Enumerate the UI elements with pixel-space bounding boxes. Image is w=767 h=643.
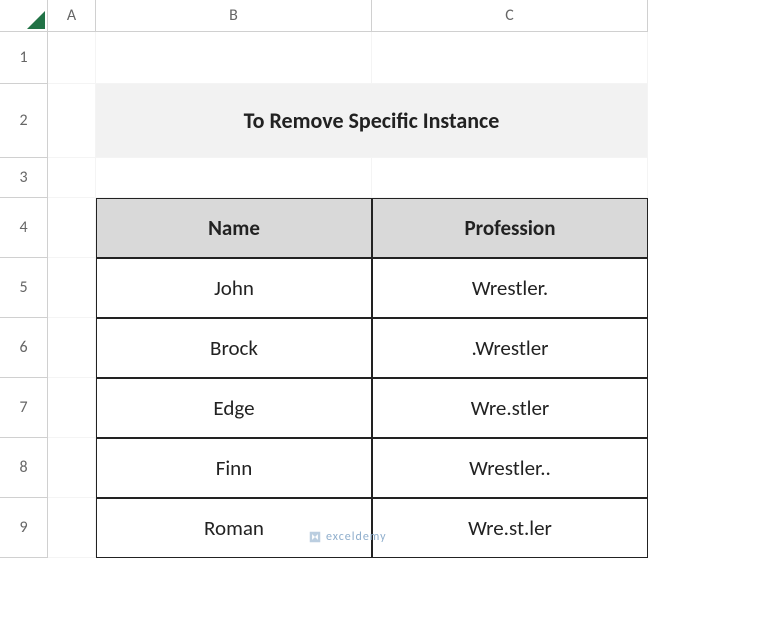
data-table: Name Profession John Wrestler. Brock .Wr… xyxy=(96,198,648,558)
col-header-b[interactable]: B xyxy=(96,0,372,32)
cell-a6[interactable] xyxy=(48,318,96,378)
row-header-4[interactable]: 4 xyxy=(0,198,48,258)
table-header-name[interactable]: Name xyxy=(96,198,372,258)
cell-a5[interactable] xyxy=(48,258,96,318)
select-all-corner[interactable] xyxy=(0,0,48,32)
row-header-5[interactable]: 5 xyxy=(0,258,48,318)
table-cell[interactable]: Edge xyxy=(96,378,372,438)
table-cell[interactable]: Roman xyxy=(96,498,372,558)
cell-b1[interactable] xyxy=(96,32,372,84)
cell-a2[interactable] xyxy=(48,84,96,158)
table-cell[interactable]: John xyxy=(96,258,372,318)
title-cell[interactable]: To Remove Specific Instance xyxy=(96,84,648,158)
row-header-3[interactable]: 3 xyxy=(0,158,48,198)
table-cell[interactable]: Brock xyxy=(96,318,372,378)
row-header-1[interactable]: 1 xyxy=(0,32,48,84)
table-header-profession[interactable]: Profession xyxy=(372,198,648,258)
table-cell[interactable]: Wre.st.ler xyxy=(372,498,648,558)
spreadsheet-grid: A B C 1 2 3 4 5 6 7 8 9 To Remove Specif… xyxy=(0,0,767,558)
row-header-9[interactable]: 9 xyxy=(0,498,48,558)
col-header-a[interactable]: A xyxy=(48,0,96,32)
col-header-c[interactable]: C xyxy=(372,0,648,32)
cell-c1[interactable] xyxy=(372,32,648,84)
cell-b3[interactable] xyxy=(96,158,372,198)
row-header-6[interactable]: 6 xyxy=(0,318,48,378)
table-cell[interactable]: Wrestler.. xyxy=(372,438,648,498)
table-cell[interactable]: Finn xyxy=(96,438,372,498)
cell-a8[interactable] xyxy=(48,438,96,498)
row-header-8[interactable]: 8 xyxy=(0,438,48,498)
row-header-2[interactable]: 2 xyxy=(0,84,48,158)
table-cell[interactable]: Wre.stler xyxy=(372,378,648,438)
table-cell[interactable]: .Wrestler xyxy=(372,318,648,378)
table-cell[interactable]: Wrestler. xyxy=(372,258,648,318)
cell-c3[interactable] xyxy=(372,158,648,198)
row-header-7[interactable]: 7 xyxy=(0,378,48,438)
cell-a9[interactable] xyxy=(48,498,96,558)
cell-a4[interactable] xyxy=(48,198,96,258)
cell-a3[interactable] xyxy=(48,158,96,198)
cell-a7[interactable] xyxy=(48,378,96,438)
cell-a1[interactable] xyxy=(48,32,96,84)
